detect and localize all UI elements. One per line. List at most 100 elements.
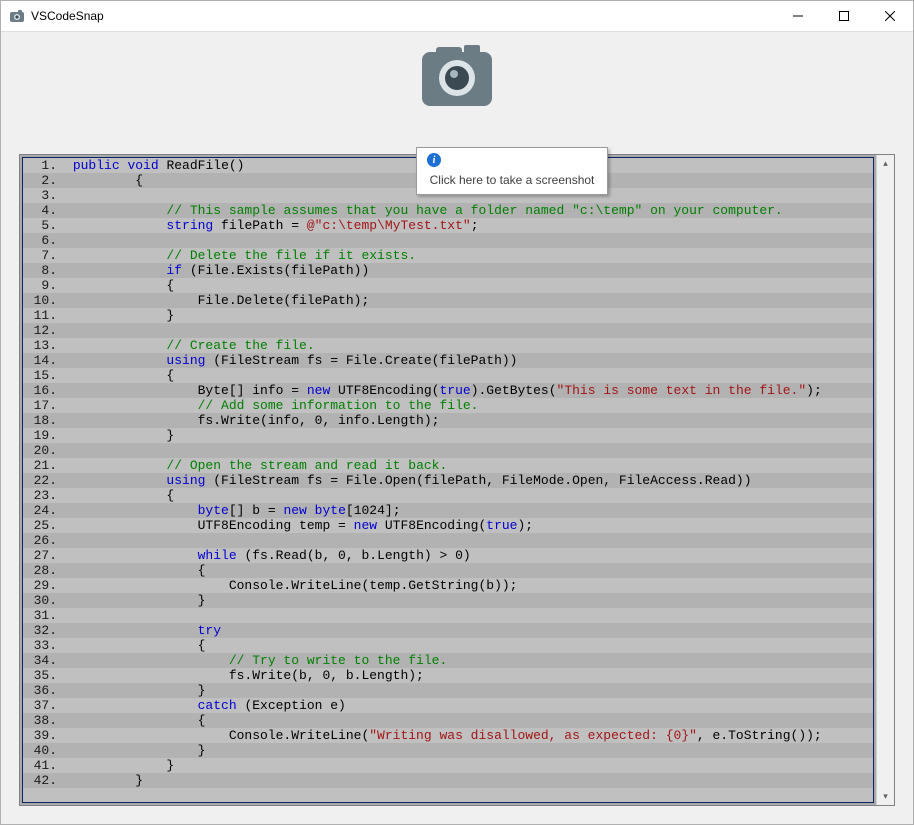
line-number: 35. bbox=[23, 668, 63, 683]
line-number: 21. bbox=[23, 458, 63, 473]
line-source: // Add some information to the file. bbox=[63, 398, 873, 413]
line-number: 12. bbox=[23, 323, 63, 338]
code-line[interactable]: 6. bbox=[23, 233, 873, 248]
code-line[interactable]: 9. { bbox=[23, 278, 873, 293]
line-source: { bbox=[63, 638, 873, 653]
code-line[interactable]: 10. File.Delete(filePath); bbox=[23, 293, 873, 308]
scroll-down-button[interactable]: ▾ bbox=[877, 788, 894, 805]
code-line[interactable]: 17. // Add some information to the file. bbox=[23, 398, 873, 413]
code-line[interactable]: 21. // Open the stream and read it back. bbox=[23, 458, 873, 473]
line-number: 41. bbox=[23, 758, 63, 773]
maximize-button[interactable] bbox=[821, 1, 867, 31]
line-source: // Open the stream and read it back. bbox=[63, 458, 873, 473]
code-line[interactable]: 11. } bbox=[23, 308, 873, 323]
line-source: Console.WriteLine("Writing was disallowe… bbox=[63, 728, 873, 743]
line-number: 32. bbox=[23, 623, 63, 638]
code-line[interactable]: 38. { bbox=[23, 713, 873, 728]
line-number: 30. bbox=[23, 593, 63, 608]
titlebar[interactable]: VSCodeSnap bbox=[1, 1, 913, 32]
line-source: // This sample assumes that you have a f… bbox=[63, 203, 873, 218]
line-source bbox=[63, 533, 873, 548]
code-line[interactable]: 29. Console.WriteLine(temp.GetString(b))… bbox=[23, 578, 873, 593]
line-source: { bbox=[63, 488, 873, 503]
code-line[interactable]: 39. Console.WriteLine("Writing was disal… bbox=[23, 728, 873, 743]
line-source: } bbox=[63, 773, 873, 788]
line-source: using (FileStream fs = File.Create(fileP… bbox=[63, 353, 873, 368]
code-line[interactable]: 27. while (fs.Read(b, 0, b.Length) > 0) bbox=[23, 548, 873, 563]
line-number: 6. bbox=[23, 233, 63, 248]
code-line[interactable]: 31. bbox=[23, 608, 873, 623]
line-number: 14. bbox=[23, 353, 63, 368]
line-source: UTF8Encoding temp = new UTF8Encoding(tru… bbox=[63, 518, 873, 533]
line-number: 37. bbox=[23, 698, 63, 713]
code-line[interactable]: 35. fs.Write(b, 0, b.Length); bbox=[23, 668, 873, 683]
line-source: string filePath = @"c:\temp\MyTest.txt"; bbox=[63, 218, 873, 233]
code-line[interactable]: 28. { bbox=[23, 563, 873, 578]
line-number: 2. bbox=[23, 173, 63, 188]
code-line[interactable]: 14. using (FileStream fs = File.Create(f… bbox=[23, 353, 873, 368]
line-source: fs.Write(b, 0, b.Length); bbox=[63, 668, 873, 683]
code-line[interactable]: 13. // Create the file. bbox=[23, 338, 873, 353]
window-title: VSCodeSnap bbox=[31, 9, 775, 23]
code-line[interactable]: 24. byte[] b = new byte[1024]; bbox=[23, 503, 873, 518]
code-line[interactable]: 12. bbox=[23, 323, 873, 338]
code-pane: 1. public void ReadFile()2. {3.4. // Thi… bbox=[19, 154, 895, 806]
line-source: // Create the file. bbox=[63, 338, 873, 353]
line-number: 29. bbox=[23, 578, 63, 593]
code-line[interactable]: 7. // Delete the file if it exists. bbox=[23, 248, 873, 263]
line-source: // Try to write to the file. bbox=[63, 653, 873, 668]
code-line[interactable]: 5. string filePath = @"c:\temp\MyTest.tx… bbox=[23, 218, 873, 233]
line-number: 9. bbox=[23, 278, 63, 293]
line-number: 28. bbox=[23, 563, 63, 578]
code-line[interactable]: 15. { bbox=[23, 368, 873, 383]
vertical-scrollbar[interactable]: ▴ ▾ bbox=[876, 155, 894, 805]
line-number: 26. bbox=[23, 533, 63, 548]
line-number: 36. bbox=[23, 683, 63, 698]
line-source: } bbox=[63, 593, 873, 608]
line-source: { bbox=[63, 368, 873, 383]
code-line[interactable]: 22. using (FileStream fs = File.Open(fil… bbox=[23, 473, 873, 488]
line-number: 39. bbox=[23, 728, 63, 743]
code-line[interactable]: 40. } bbox=[23, 743, 873, 758]
code-line[interactable]: 26. bbox=[23, 533, 873, 548]
line-source: fs.Write(info, 0, info.Length); bbox=[63, 413, 873, 428]
code-line[interactable]: 25. UTF8Encoding temp = new UTF8Encoding… bbox=[23, 518, 873, 533]
line-number: 1. bbox=[23, 158, 63, 173]
code-line[interactable]: 8. if (File.Exists(filePath)) bbox=[23, 263, 873, 278]
scroll-up-button[interactable]: ▴ bbox=[877, 155, 894, 172]
code-line[interactable]: 16. Byte[] info = new UTF8Encoding(true)… bbox=[23, 383, 873, 398]
code-line[interactable]: 19. } bbox=[23, 428, 873, 443]
line-number: 27. bbox=[23, 548, 63, 563]
line-source bbox=[63, 233, 873, 248]
line-number: 25. bbox=[23, 518, 63, 533]
line-number: 18. bbox=[23, 413, 63, 428]
line-number: 22. bbox=[23, 473, 63, 488]
close-button[interactable] bbox=[867, 1, 913, 31]
line-source: { bbox=[63, 563, 873, 578]
client-area: i Click here to take a screenshot 1. pub… bbox=[1, 32, 913, 824]
code-line[interactable]: 30. } bbox=[23, 593, 873, 608]
code-line[interactable]: 32. try bbox=[23, 623, 873, 638]
line-source: { bbox=[63, 278, 873, 293]
code-line[interactable]: 36. } bbox=[23, 683, 873, 698]
code-editor[interactable]: 1. public void ReadFile()2. {3.4. // Thi… bbox=[22, 157, 874, 803]
code-line[interactable]: 4. // This sample assumes that you have … bbox=[23, 203, 873, 218]
minimize-button[interactable] bbox=[775, 1, 821, 31]
code-line[interactable]: 23. { bbox=[23, 488, 873, 503]
code-line[interactable]: 20. bbox=[23, 443, 873, 458]
line-number: 7. bbox=[23, 248, 63, 263]
app-icon bbox=[9, 8, 25, 24]
line-source: byte[] b = new byte[1024]; bbox=[63, 503, 873, 518]
line-source bbox=[63, 323, 873, 338]
code-line[interactable]: 42. } bbox=[23, 773, 873, 788]
code-line[interactable]: 33. { bbox=[23, 638, 873, 653]
code-line[interactable]: 37. catch (Exception e) bbox=[23, 698, 873, 713]
line-source: } bbox=[63, 758, 873, 773]
line-number: 40. bbox=[23, 743, 63, 758]
code-line[interactable]: 18. fs.Write(info, 0, info.Length); bbox=[23, 413, 873, 428]
code-line[interactable]: 41. } bbox=[23, 758, 873, 773]
code-line[interactable]: 34. // Try to write to the file. bbox=[23, 653, 873, 668]
screenshot-button[interactable] bbox=[422, 52, 492, 106]
info-icon: i bbox=[427, 153, 441, 167]
line-number: 20. bbox=[23, 443, 63, 458]
